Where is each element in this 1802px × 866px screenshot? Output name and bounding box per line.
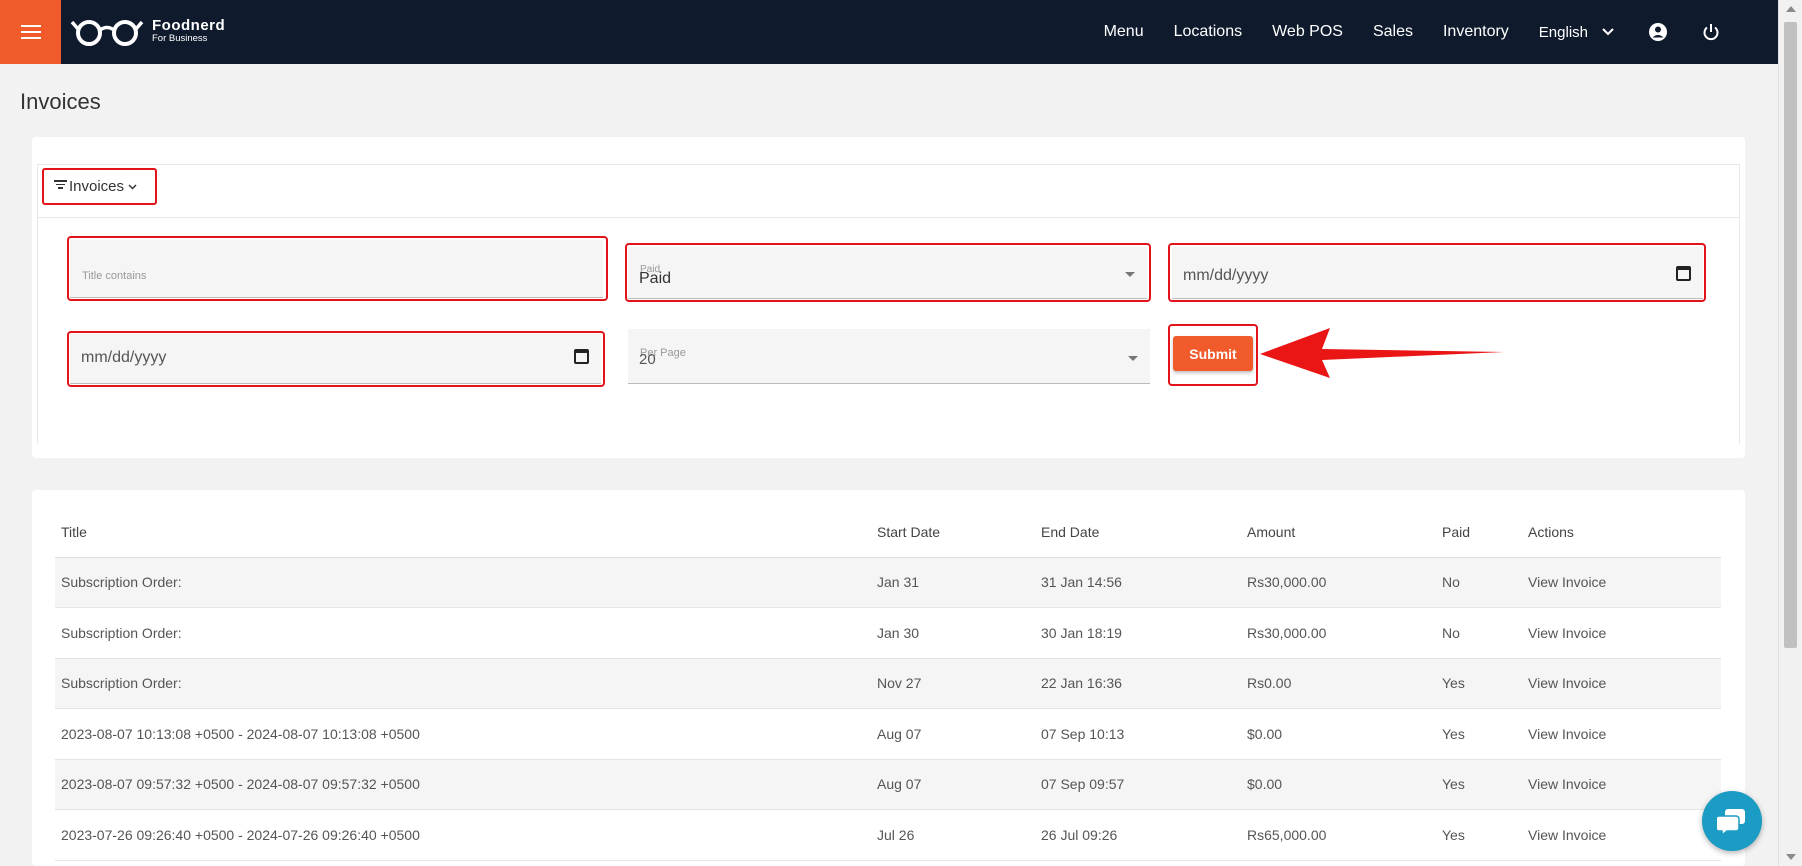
- cell-end-date: 26 Jul 09:26: [1035, 809, 1241, 861]
- view-invoice-link[interactable]: View Invoice: [1522, 759, 1721, 810]
- table-header-row: Title Start Date End Date Amount Paid Ac…: [55, 508, 1721, 558]
- cell-start-date: Jan 31: [871, 557, 1035, 608]
- cell-title: Subscription Order:: [55, 658, 871, 709]
- menu-toggle-button[interactable]: [0, 0, 61, 64]
- highlight-box: [67, 236, 608, 301]
- invoice-table: Title Start Date End Date Amount Paid Ac…: [55, 508, 1721, 861]
- table-row: 2023-08-07 10:13:08 +0500 - 2024-08-07 1…: [55, 708, 1721, 760]
- highlight-box: [625, 243, 1151, 302]
- nav-sales[interactable]: Sales: [1373, 23, 1413, 41]
- per-page-value: 20: [639, 351, 656, 368]
- per-page-select[interactable]: Per Page 20: [628, 329, 1150, 384]
- column-header-title[interactable]: Title: [55, 508, 871, 558]
- cell-paid: Yes: [1436, 809, 1522, 861]
- column-header-amount[interactable]: Amount: [1241, 508, 1436, 558]
- top-bar: Foodnerd For Business Menu Locations Web…: [0, 0, 1778, 64]
- nav-inventory[interactable]: Inventory: [1443, 23, 1509, 41]
- scroll-up-arrow[interactable]: [1786, 6, 1796, 12]
- cell-end-date: 30 Jan 18:19: [1035, 607, 1241, 659]
- account-circle-icon: [1649, 23, 1667, 41]
- filter-header: Invoices: [38, 165, 1739, 218]
- cell-title: Subscription Order:: [55, 607, 871, 659]
- filter-toggle-label: Invoices: [69, 178, 125, 195]
- scroll-down-arrow[interactable]: [1786, 854, 1796, 860]
- chevron-down-icon: [128, 183, 137, 190]
- language-selector[interactable]: English: [1539, 24, 1614, 41]
- cell-amount: Rs30,000.00: [1241, 607, 1436, 659]
- submit-button[interactable]: Submit: [1173, 336, 1253, 371]
- cell-amount: $0.00: [1241, 708, 1436, 760]
- column-header-end-date[interactable]: End Date: [1035, 508, 1241, 558]
- table-row: Subscription Order: Nov 27 22 Jan 16:36 …: [55, 658, 1721, 709]
- table-row: 2023-08-07 09:57:32 +0500 - 2024-08-07 0…: [55, 759, 1721, 810]
- highlight-box: [67, 331, 605, 387]
- hamburger-icon: [20, 25, 41, 39]
- cell-paid: Yes: [1436, 708, 1522, 760]
- cell-amount: Rs65,000.00: [1241, 809, 1436, 861]
- column-header-start-date[interactable]: Start Date: [871, 508, 1035, 558]
- language-label: English: [1538, 23, 1588, 41]
- chat-button[interactable]: [1702, 791, 1762, 851]
- vertical-scrollbar[interactable]: [1778, 0, 1802, 866]
- cell-end-date: 31 Jan 14:56: [1035, 557, 1241, 608]
- cell-paid: Yes: [1436, 759, 1522, 810]
- brand-logo[interactable]: Foodnerd For Business: [70, 16, 225, 46]
- cell-paid: Yes: [1436, 658, 1522, 709]
- account-button[interactable]: [1648, 22, 1668, 42]
- table-row: 2023-07-26 09:26:40 +0500 - 2024-07-26 0…: [55, 809, 1721, 861]
- cell-start-date: Aug 07: [871, 759, 1035, 810]
- power-icon: [1703, 24, 1719, 41]
- scrollbar-thumb[interactable]: [1784, 22, 1797, 648]
- chevron-down-icon: [1602, 28, 1614, 36]
- cell-title: 2023-08-07 10:13:08 +0500 - 2024-08-07 1…: [55, 708, 871, 760]
- filter-icon: [54, 178, 67, 191]
- cell-title: Subscription Order:: [55, 557, 871, 608]
- cell-start-date: Jan 30: [871, 607, 1035, 659]
- main-nav: Menu Locations Web POS Sales Inventory E…: [1074, 0, 1720, 64]
- cell-paid: No: [1436, 607, 1522, 659]
- view-invoice-link[interactable]: View Invoice: [1522, 658, 1721, 709]
- cell-amount: $0.00: [1241, 759, 1436, 810]
- chat-icon: [1717, 809, 1745, 835]
- cell-start-date: Jul 26: [871, 809, 1035, 861]
- view-invoice-link[interactable]: View Invoice: [1522, 708, 1721, 760]
- nav-locations[interactable]: Locations: [1174, 23, 1243, 41]
- table-row: Subscription Order: Jan 31 31 Jan 14:56 …: [55, 557, 1721, 608]
- column-header-paid[interactable]: Paid: [1436, 508, 1522, 558]
- logo-subtitle: For Business: [152, 33, 208, 45]
- glasses-icon: [70, 20, 144, 46]
- red-arrow-icon: [1260, 328, 1504, 378]
- cell-amount: Rs30,000.00: [1241, 557, 1436, 608]
- view-invoice-link[interactable]: View Invoice: [1522, 607, 1721, 659]
- table-row: Subscription Order: Jan 30 30 Jan 18:19 …: [55, 607, 1721, 659]
- cell-end-date: 07 Sep 10:13: [1035, 708, 1241, 760]
- highlight-box: [1168, 243, 1706, 302]
- filter-panel: Invoices: [37, 164, 1740, 444]
- dropdown-arrow-icon: [1128, 356, 1138, 361]
- logo-name: Foodnerd: [152, 17, 226, 35]
- cell-title: 2023-07-26 09:26:40 +0500 - 2024-07-26 0…: [55, 809, 871, 861]
- page-title: Invoices: [20, 89, 101, 114]
- view-invoice-link[interactable]: View Invoice: [1522, 809, 1721, 861]
- nav-menu[interactable]: Menu: [1104, 23, 1144, 41]
- column-header-actions: Actions: [1522, 508, 1721, 558]
- nav-web-pos[interactable]: Web POS: [1272, 23, 1343, 41]
- cell-start-date: Aug 07: [871, 708, 1035, 760]
- cell-end-date: 22 Jan 16:36: [1035, 658, 1241, 709]
- cell-end-date: 07 Sep 09:57: [1035, 759, 1241, 810]
- filter-toggle-button[interactable]: Invoices: [42, 168, 157, 205]
- logout-button[interactable]: [1702, 23, 1720, 41]
- cell-start-date: Nov 27: [871, 658, 1035, 709]
- cell-paid: No: [1436, 557, 1522, 608]
- cell-amount: Rs0.00: [1241, 658, 1436, 709]
- view-invoice-link[interactable]: View Invoice: [1522, 557, 1721, 608]
- cell-title: 2023-08-07 09:57:32 +0500 - 2024-08-07 0…: [55, 759, 871, 810]
